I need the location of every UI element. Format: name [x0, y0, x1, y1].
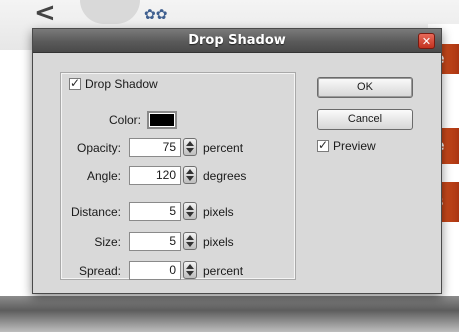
stepper-up-icon [186, 205, 194, 210]
stepper-down-icon [186, 212, 194, 217]
drop-shadow-dialog: Drop Shadow ✕ ✓ Drop Shadow Color: Opaci… [32, 28, 442, 294]
close-icon: ✕ [421, 34, 432, 48]
spread-stepper[interactable] [183, 261, 197, 279]
stepper-up-icon [186, 235, 194, 240]
opacity-label: Opacity: [76, 141, 121, 155]
background-arrow-glyph: < [34, 0, 56, 28]
stepper-up-icon [186, 169, 194, 174]
drop-shadow-label: Drop Shadow [85, 77, 158, 91]
distance-label: Distance: [70, 205, 121, 219]
size-unit: pixels [203, 235, 234, 249]
opacity-input[interactable]: 75 [129, 138, 181, 157]
angle-input[interactable]: 120 [129, 166, 181, 185]
stepper-down-icon [186, 271, 194, 276]
dialog-title: Drop Shadow [188, 33, 286, 48]
distance-stepper[interactable] [183, 202, 197, 220]
distance-unit: pixels [203, 205, 234, 219]
opacity-unit: percent [203, 141, 244, 155]
color-swatch[interactable] [147, 111, 177, 129]
stepper-down-icon [186, 176, 194, 181]
cancel-button[interactable]: Cancel [317, 109, 413, 130]
background-bottom-bar [0, 296, 459, 332]
angle-label: Angle: [86, 169, 121, 183]
drop-shadow-checkbox[interactable]: ✓ Drop Shadow [69, 75, 158, 93]
angle-unit: degrees [203, 169, 247, 183]
distance-input[interactable]: 5 [129, 202, 181, 221]
spread-input[interactable]: 0 [129, 261, 181, 280]
size-label: Size: [94, 235, 121, 249]
size-input[interactable]: 5 [129, 232, 181, 251]
checkmark-icon: ✓ [318, 138, 329, 152]
checkmark-icon: ✓ [70, 76, 81, 90]
dialog-title-bar[interactable]: Drop Shadow ✕ [33, 29, 441, 53]
opacity-stepper[interactable] [183, 138, 197, 156]
stepper-up-icon [186, 264, 194, 269]
stepper-down-icon [186, 148, 194, 153]
checkbox-box[interactable]: ✓ [317, 138, 329, 152]
size-stepper[interactable] [183, 232, 197, 250]
close-button[interactable]: ✕ [418, 33, 435, 49]
background-bug-icon: ✿✿ [144, 6, 168, 22]
stepper-up-icon [186, 141, 194, 146]
spread-label: Spread: [78, 264, 121, 278]
spread-unit: percent [203, 264, 244, 278]
preview-checkbox[interactable]: ✓ Preview [317, 137, 376, 155]
stepper-down-icon [186, 242, 194, 247]
angle-stepper[interactable] [183, 166, 197, 184]
ok-button[interactable]: OK [317, 77, 413, 98]
color-label: Color: [108, 113, 141, 127]
checkbox-box[interactable]: ✓ [69, 76, 81, 90]
preview-label: Preview [333, 139, 376, 153]
